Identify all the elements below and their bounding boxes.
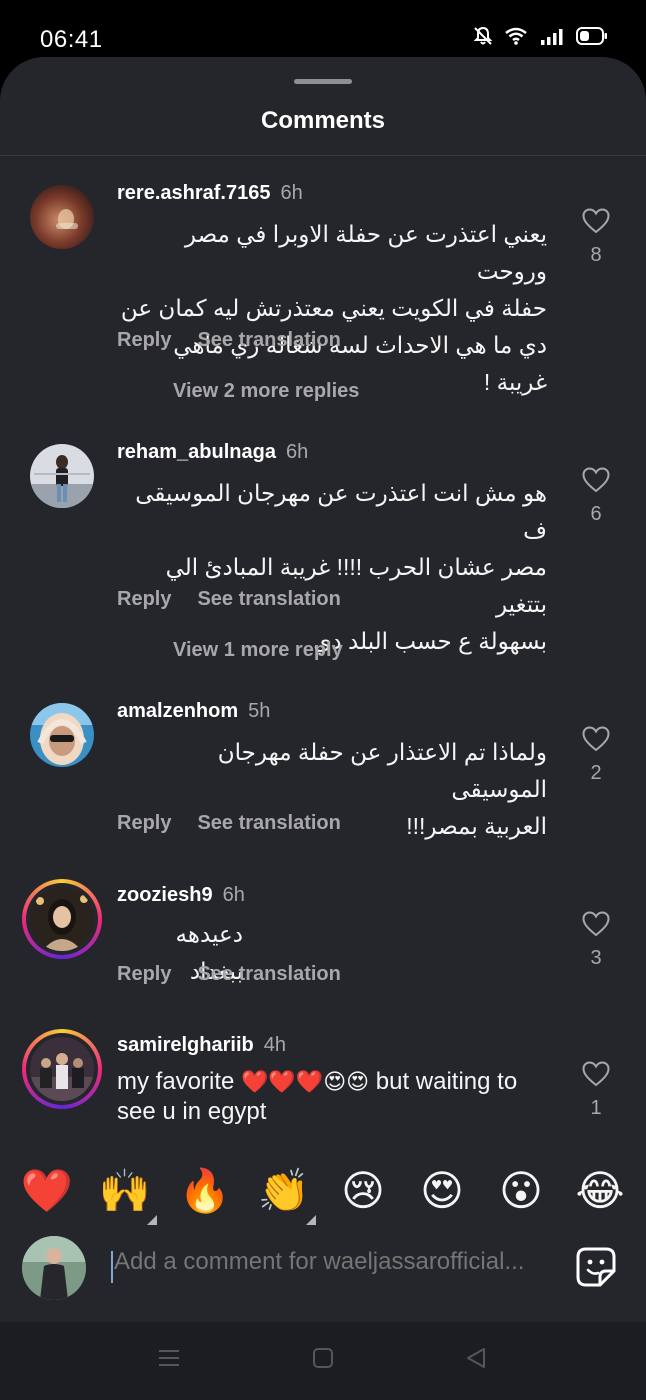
comment-line: يعني اعتذرت عن حفلة الاوبرا في مصر وروحت [184,221,547,284]
username[interactable]: rere.ashraf.7165 [117,182,270,204]
comment-actions: Reply See translation [117,588,367,611]
reaction-glyph: 👏 [257,1166,311,1215]
quick-reactions: ❤️ 🙌 🔥 👏 😢 😍 😮 😂 [0,1163,646,1233]
like-count: 2 [590,762,602,784]
reaction-fire[interactable]: 🔥 [177,1163,233,1219]
text-caret [111,1251,113,1283]
back-icon[interactable] [464,1346,488,1375]
reaction-clap[interactable]: 👏 [256,1163,316,1225]
see-translation-button[interactable]: See translation [197,963,340,985]
avatar [30,887,94,951]
comment-meta: zooziesh9 6h [117,884,245,907]
comment-line: ولماذا تم الاعتذار عن حفلة مهرجان الموسي… [217,739,547,802]
reaction-laughing[interactable]: 😂 [572,1163,628,1219]
comment-meta: amalzenhom 5h [117,700,270,723]
username[interactable]: reham_abulnaga [117,441,276,463]
system-nav-bar [0,1322,646,1400]
avatar [30,1037,94,1101]
user-avatar [22,1236,86,1300]
drag-handle[interactable] [294,79,352,84]
comment-text-part: my favorite [117,1068,242,1095]
like-count: 8 [590,244,602,266]
home-icon[interactable] [311,1346,335,1375]
comment-actions: Reply See translation [117,963,367,986]
comment-line: هو مش انت اعتذرت عن مهرجان الموسيقى ف [135,480,547,543]
sticker-icon [576,1247,616,1291]
menu-icon[interactable] [157,1346,181,1375]
like-control: 2 [576,726,616,785]
avatar[interactable] [30,444,94,508]
reply-button[interactable]: Reply [117,588,171,610]
battery-icon [576,27,608,45]
comment-text: يعني اعتذرت عن حفلة الاوبرا في مصر وروحت… [117,216,547,401]
comments-list[interactable]: rere.ashraf.7165 6h يعني اعتذرت عن حفلة ا… [0,156,646,1144]
comment-actions: Reply See translation [117,812,367,835]
heart-icon[interactable] [576,911,616,937]
like-count: 6 [590,503,602,525]
avatar[interactable] [30,703,94,767]
timestamp: 6h [222,884,245,906]
comment-meta: samirelghariib 4h [117,1034,286,1057]
signal-icon [540,27,564,45]
like-control: 8 [576,208,616,267]
like-count: 3 [590,947,602,969]
timestamp: 5h [248,700,271,722]
comments-sheet: Comments rere.ashraf.7165 6h يعني اعتذرت … [0,57,646,1322]
sticker-button[interactable] [576,1247,616,1292]
view-more-replies-button[interactable]: View 1 more reply [173,639,343,662]
view-more-replies-button[interactable]: View 2 more replies [173,380,359,403]
reaction-surprised[interactable]: 😮 [493,1163,549,1219]
timestamp: 4h [263,1034,286,1056]
comment-actions: Reply See translation [117,329,367,352]
sheet-title: Comments [260,107,386,134]
reply-button[interactable]: Reply [117,963,171,985]
comment-meta: reham_abulnaga 6h [117,441,308,464]
reaction-heart[interactable]: ❤️ [19,1163,75,1219]
heart-icon[interactable] [576,208,616,234]
timestamp: 6h [280,182,303,204]
like-control: 6 [576,467,616,526]
see-translation-button[interactable]: See translation [197,588,340,610]
reply-button[interactable]: Reply [117,329,171,351]
heart-icon[interactable] [576,467,616,493]
comment-emojis: ❤️❤️❤️😍😍 [241,1069,370,1094]
avatar-story-ring[interactable] [22,879,102,959]
avatar[interactable] [30,185,94,249]
reply-button[interactable]: Reply [117,812,171,834]
reaction-raised-hands[interactable]: 🙌 [97,1163,157,1225]
skin-tone-indicator [147,1215,157,1225]
status-icons [474,26,608,46]
timestamp: 6h [285,441,309,463]
comment-line: مصر عشان الحرب !!!! غريبة المبادئ الي بت… [165,554,547,617]
notifications-off-icon [474,26,492,46]
comment-meta: rere.ashraf.7165 6h [117,182,303,205]
reaction-crying[interactable]: 😢 [335,1163,391,1219]
see-translation-button[interactable]: See translation [197,329,340,351]
heart-icon[interactable] [576,1061,616,1087]
comment-composer [0,1234,646,1302]
comment-text: my favorite ❤️❤️❤️😍😍 but waiting to see … [117,1067,557,1127]
status-time: 06:41 [40,26,103,53]
comment-input[interactable] [114,1248,554,1276]
username[interactable]: samirelghariib [117,1034,254,1056]
skin-tone-indicator [306,1215,316,1225]
like-control: 1 [576,1061,616,1120]
reaction-glyph: 🙌 [98,1166,152,1215]
wifi-icon [504,27,528,45]
avatar-story-ring[interactable] [22,1029,102,1109]
heart-icon[interactable] [576,726,616,752]
username[interactable]: amalzenhom [117,700,238,722]
username[interactable]: zooziesh9 [117,884,213,906]
see-translation-button[interactable]: See translation [197,812,340,834]
comment-text: هو مش انت اعتذرت عن مهرجان الموسيقى ف مص… [117,475,547,660]
reaction-heart-eyes[interactable]: 😍 [414,1163,470,1219]
comment-line: حفلة في الكويت يعني معتذرتش ليه كمان عن [120,295,547,321]
like-count: 1 [590,1097,602,1119]
like-control: 3 [576,911,616,970]
